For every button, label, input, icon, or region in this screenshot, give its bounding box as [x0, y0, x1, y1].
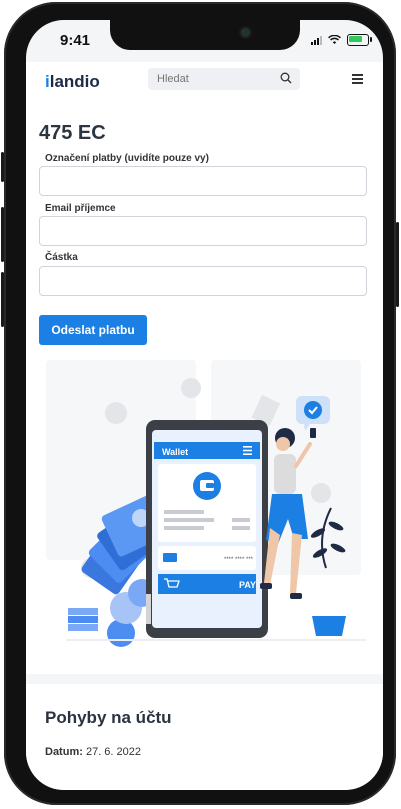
phone-frame: 9:41 ilandio 475 EC Označení platby (uvi…: [1, 2, 399, 805]
send-payment-button[interactable]: Odeslat platbu: [39, 315, 147, 345]
card-number: **** **** ***: [224, 557, 254, 563]
payment-note-label: Označení platby (uvidíte pouze vy): [45, 153, 209, 164]
pay-label: PAY: [239, 580, 256, 590]
battery-icon: [347, 34, 372, 46]
search-box: [148, 68, 300, 90]
account-movements-card: Pohyby na účtu Datum: 27. 6. 2022: [26, 684, 383, 790]
camera-icon: [241, 28, 250, 37]
section-title: Pohyby na účtu: [45, 708, 172, 727]
amount-input[interactable]: [39, 266, 367, 296]
volume-up-button: [1, 207, 4, 262]
hamburger-menu-icon[interactable]: [352, 74, 363, 86]
signal-icon: [311, 35, 322, 45]
search-input[interactable]: [148, 72, 279, 86]
power-button: [396, 222, 399, 307]
phone-screen: 9:41 ilandio 475 EC Označení platby (uvi…: [26, 20, 383, 790]
status-icons: [311, 34, 372, 46]
payment-note-input[interactable]: [39, 166, 367, 196]
wallet-illustration: Wallet **** **** *** PAY: [46, 360, 366, 647]
notch: [110, 20, 300, 50]
recipient-email-label: Email příjemce: [45, 203, 116, 214]
volume-down-button: [1, 272, 4, 327]
logo[interactable]: ilandio: [45, 72, 100, 92]
search-icon[interactable]: [280, 72, 292, 84]
mute-switch: [1, 152, 4, 182]
payment-card: ilandio 475 EC Označení platby (uvidíte …: [26, 62, 383, 674]
balance-amount: 475 EC: [39, 122, 106, 144]
amount-label: Částka: [45, 252, 78, 263]
wallet-title: Wallet: [162, 447, 188, 457]
recipient-email-input[interactable]: [39, 216, 367, 246]
movement-date: Datum: 27. 6. 2022: [45, 746, 142, 758]
wifi-icon: [328, 35, 341, 44]
status-time: 9:41: [60, 32, 91, 49]
